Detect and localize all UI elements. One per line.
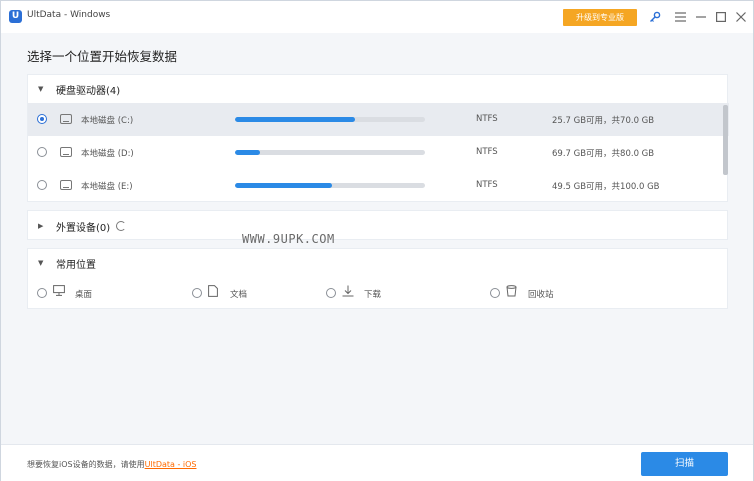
location-label: 下载 <box>364 290 382 300</box>
scrollbar[interactable] <box>723 105 728 175</box>
location-downloads[interactable]: 下载 <box>326 277 426 309</box>
hard-disk-icon <box>60 114 72 124</box>
common-locations-header[interactable]: ▼ 常用位置 <box>28 249 727 277</box>
capacity-label: 69.7 GB可用，共80.0 GB <box>552 149 655 159</box>
hard-drives-label: 硬盘驱动器(4) <box>56 85 121 97</box>
drive-name: 本地磁盘 (E:) <box>81 182 133 192</box>
ultdata-ios-link[interactable]: UltData - iOS <box>145 460 197 469</box>
maximize-icon[interactable] <box>713 8 729 26</box>
usage-bar <box>235 150 425 155</box>
common-locations-row: 桌面 文档 下载 回收站 <box>28 277 729 309</box>
watermark-text: WWW.9UPK.COM <box>242 232 335 246</box>
footer-hint: 想要恢复iOS设备的数据，请使用UltData - iOS <box>27 459 197 470</box>
location-radio[interactable] <box>490 288 500 298</box>
upgrade-button[interactable]: 升级到专业版 <box>563 9 637 26</box>
collapse-triangle-icon: ▼ <box>38 85 44 93</box>
location-radio[interactable] <box>326 288 336 298</box>
drive-radio[interactable] <box>37 114 47 124</box>
usage-bar-fill <box>235 183 332 188</box>
footer-bar: 想要恢复iOS设备的数据，请使用UltData - iOS 扫描 <box>1 444 753 481</box>
drive-row-d[interactable]: 本地磁盘 (D:) NTFS 69.7 GB可用，共80.0 GB <box>28 136 729 169</box>
external-devices-label: 外置设备(0) <box>56 222 111 234</box>
footer-hint-text: 想要恢复iOS设备的数据，请使用 <box>27 460 145 469</box>
external-devices-header[interactable]: ▶ 外置设备(0) <box>28 211 727 241</box>
collapse-triangle-icon: ▼ <box>38 259 44 267</box>
drive-radio[interactable] <box>37 180 47 190</box>
location-radio[interactable] <box>37 288 47 298</box>
key-icon[interactable] <box>647 8 663 26</box>
page-title: 选择一个位置开始恢复数据 <box>27 49 178 64</box>
hard-drives-header[interactable]: ▼ 硬盘驱动器(4) <box>28 75 727 103</box>
hard-drives-panel: ▼ 硬盘驱动器(4) 本地磁盘 (C:) NTFS 25.7 GB可用，共70.… <box>27 74 729 202</box>
usage-bar-fill <box>235 150 260 155</box>
usage-bar <box>235 183 425 188</box>
location-label: 回收站 <box>528 290 554 300</box>
filesystem-label: NTFS <box>476 114 498 124</box>
location-label: 文档 <box>230 290 248 300</box>
hard-disk-icon <box>60 147 72 157</box>
usage-bar <box>235 117 425 122</box>
filesystem-label: NTFS <box>476 147 498 157</box>
capacity-label: 25.7 GB可用，共70.0 GB <box>552 116 655 126</box>
title-bar: U UltData - Windows 升级到专业版 <box>1 1 753 33</box>
minimize-icon[interactable] <box>693 8 709 26</box>
window-title: UltData - Windows <box>27 10 111 20</box>
location-radio[interactable] <box>192 288 202 298</box>
refresh-icon[interactable] <box>116 221 127 231</box>
hard-disk-icon <box>60 180 72 190</box>
app-window: U UltData - Windows 升级到专业版 选择一个位置开始恢复数据 … <box>0 0 754 481</box>
app-logo-icon: U <box>9 10 22 23</box>
drive-row-c[interactable]: 本地磁盘 (C:) NTFS 25.7 GB可用，共70.0 GB <box>28 103 729 136</box>
drive-name: 本地磁盘 (D:) <box>81 149 134 159</box>
scan-button[interactable]: 扫描 <box>641 452 728 476</box>
recycle-bin-icon <box>506 285 517 300</box>
location-label: 桌面 <box>75 290 93 300</box>
location-documents[interactable]: 文档 <box>192 277 292 309</box>
drive-row-e[interactable]: 本地磁盘 (E:) NTFS 49.5 GB可用，共100.0 GB <box>28 169 729 202</box>
common-locations-label: 常用位置 <box>56 259 96 271</box>
external-devices-panel: ▶ 外置设备(0) <box>27 210 728 240</box>
location-recycle-bin[interactable]: 回收站 <box>490 277 590 309</box>
usage-bar-fill <box>235 117 355 122</box>
filesystem-label: NTFS <box>476 180 498 190</box>
common-locations-panel: ▼ 常用位置 桌面 文档 下载 回收站 <box>27 248 728 309</box>
desktop-icon <box>53 285 65 299</box>
drive-radio[interactable] <box>37 147 47 157</box>
close-icon[interactable] <box>733 8 749 26</box>
expand-triangle-icon: ▶ <box>38 222 44 230</box>
document-icon <box>208 285 218 300</box>
capacity-label: 49.5 GB可用，共100.0 GB <box>552 182 660 192</box>
menu-icon[interactable] <box>672 8 688 26</box>
location-desktop[interactable]: 桌面 <box>37 277 137 309</box>
drive-name: 本地磁盘 (C:) <box>81 116 134 126</box>
download-icon <box>342 285 354 300</box>
